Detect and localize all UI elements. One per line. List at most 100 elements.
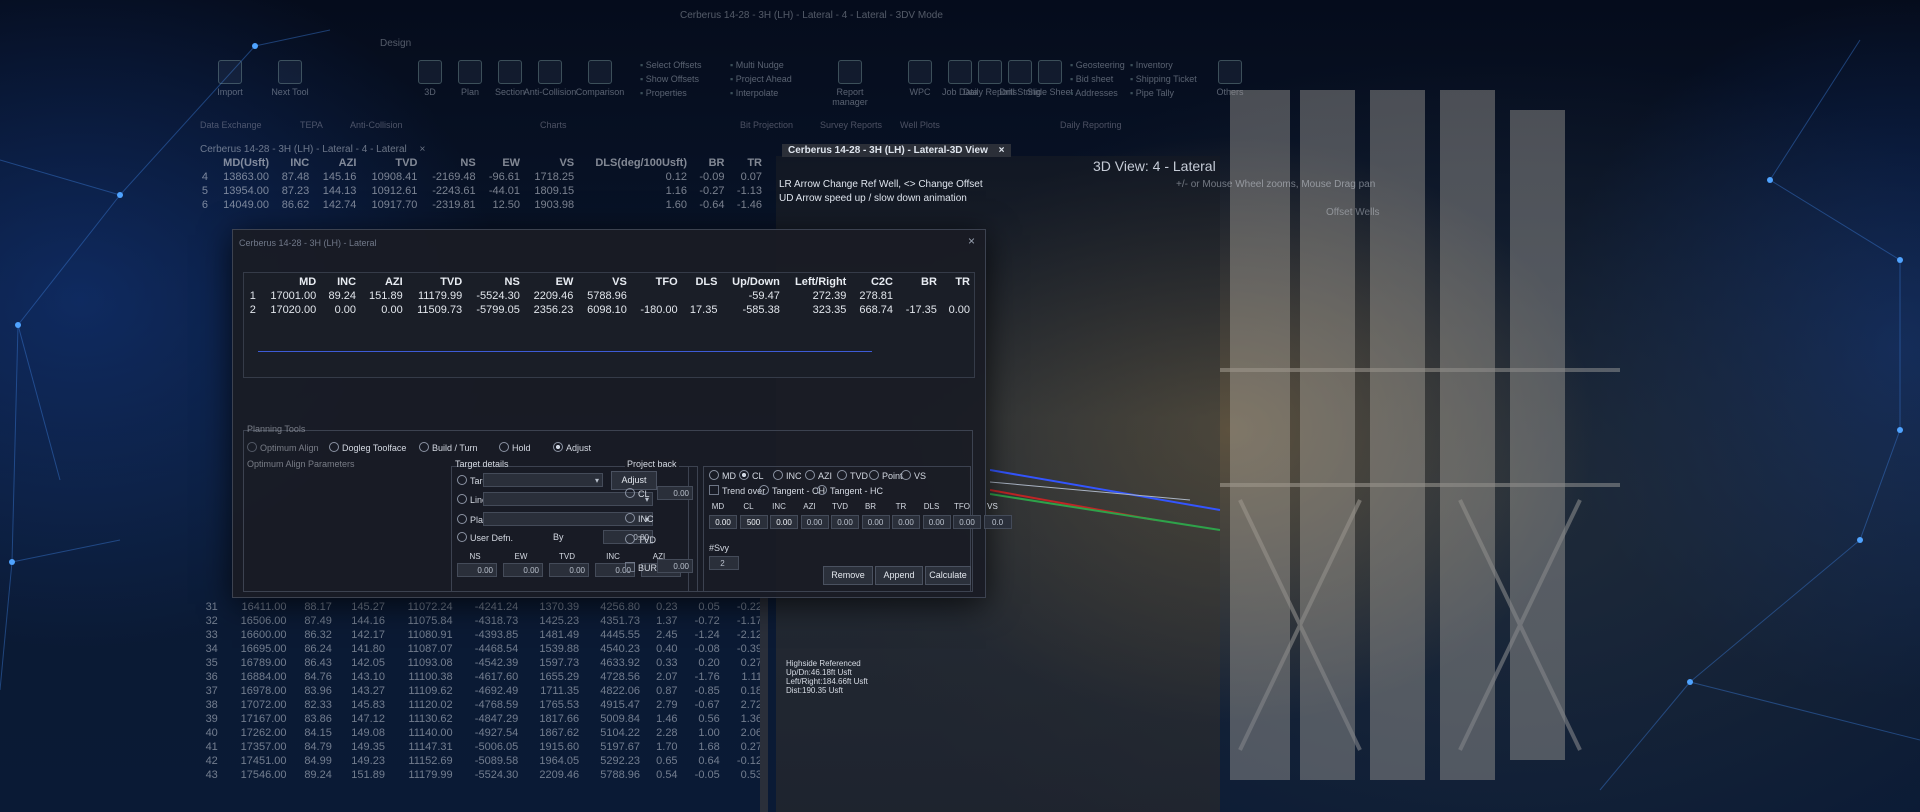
table-cell: 41 — [205, 741, 218, 753]
table-row[interactable]: 5 13954.00 87.23 144.13 10912.61 -2243.61 -44.… — [196, 184, 766, 198]
mode-radio[interactable]: Optimum Align — [247, 442, 319, 453]
calc-mode-radio[interactable]: VS — [901, 470, 926, 481]
table-row[interactable]: 36 16884.00 84.76 143.10 11100.38 -4617.60 165… — [196, 670, 766, 684]
table-row[interactable]: 6 14049.00 86.62 142.74 10917.70 -2319.81 12.5… — [196, 198, 766, 212]
table-cell: 5292.23 — [600, 755, 641, 767]
table-row[interactable]: 1 17001.00 89.24 151.89 11179.99 -5524.30 2209… — [244, 289, 974, 303]
close-icon[interactable]: × — [420, 144, 426, 155]
table-row[interactable]: 40 17262.00 84.15 149.08 11140.00 -4927.54 186… — [196, 726, 766, 740]
ribbon-button[interactable]: Report manager — [820, 60, 880, 107]
calc-value-input[interactable]: 0.00 — [770, 515, 798, 529]
table-cell: 10917.70 — [371, 199, 418, 211]
close-icon[interactable]: × — [968, 234, 975, 248]
tab-3d-view[interactable]: Cerberus 14-28 - 3H (LH) - Lateral-3D Vi… — [782, 144, 1011, 157]
table-row[interactable]: 32 16506.00 87.49 144.16 11075.84 -4318.73 142… — [196, 614, 766, 628]
remove-button[interactable]: Remove — [823, 566, 873, 585]
target-dropdown[interactable]: ▾ — [483, 473, 603, 487]
table-row[interactable]: 38 17072.00 82.33 145.83 11120.02 -4768.59 176… — [196, 698, 766, 712]
mode-radio[interactable]: Dogleg Toolface — [329, 442, 406, 453]
ribbon-small-item[interactable]: Inventory — [1130, 60, 1173, 70]
user-defined-radio[interactable]: User Defn. — [457, 532, 513, 543]
table-row[interactable]: 35 16789.00 86.43 142.05 11093.08 -4542.39 159… — [196, 656, 766, 670]
ribbon-button[interactable]: Comparison — [570, 60, 630, 97]
tvd-radio[interactable]: TVD — [625, 534, 656, 545]
table-cell: 5 — [201, 185, 208, 197]
calc-mode-radio[interactable]: INC — [773, 470, 802, 481]
ribbon-small-item[interactable]: Shipping Ticket — [1130, 74, 1197, 84]
bur-input[interactable]: 0.00 — [657, 559, 693, 573]
bur-checkbox[interactable]: BUR — [625, 562, 657, 573]
mode-radio[interactable]: Build / Turn — [419, 442, 478, 453]
table-row[interactable]: 37 16978.00 83.96 143.27 11109.62 -4692.49 171… — [196, 684, 766, 698]
menu-tab-design[interactable]: Design — [380, 38, 411, 49]
tangent-hc-radio[interactable]: Tangent - HC — [817, 485, 883, 496]
table-cell: 0.33 — [656, 657, 678, 669]
ribbon-small-item[interactable]: Interpolate — [730, 88, 779, 98]
column-header: TVD — [440, 276, 463, 288]
table-cell: 83.96 — [304, 685, 332, 697]
column-header: EW — [502, 157, 521, 169]
table-row[interactable]: 43 17546.00 89.24 151.89 11179.99 -5524.30 220… — [196, 768, 766, 782]
nsvy-input[interactable]: 2 — [709, 556, 739, 570]
ribbon-small-item[interactable]: Properties — [640, 88, 687, 98]
table-row[interactable]: 41 17357.00 84.79 149.35 11147.31 -5006.05 191… — [196, 740, 766, 754]
calc-value-input[interactable]: 0.00 — [709, 515, 737, 529]
calc-mode-radio[interactable]: TVD — [837, 470, 868, 481]
ribbon-small-item[interactable]: Project Ahead — [730, 74, 792, 84]
ribbon-small-item[interactable]: Select Offsets — [640, 60, 702, 70]
ribbon-button[interactable]: Import — [200, 60, 260, 97]
ribbon-small-item[interactable]: Bid sheet — [1070, 74, 1114, 84]
mode-radio[interactable]: Hold — [499, 442, 531, 453]
append-button[interactable]: Append — [875, 566, 923, 585]
survey-grid-bottom[interactable]: 31 16411.00 88.17 145.27 11072.24 -4241.24 137… — [196, 600, 766, 810]
cl-input[interactable]: 0.00 — [657, 486, 693, 500]
target-value-input[interactable]: 0.00 — [457, 563, 497, 577]
ribbon-small-item[interactable]: Pipe Tally — [1130, 88, 1174, 98]
calc-mode-radio[interactable]: CL — [739, 470, 764, 481]
table-row[interactable]: 42 17451.00 84.99 149.23 11152.69 -5089.58 196… — [196, 754, 766, 768]
projection-grid[interactable]: MD INC AZI TVD NS EW VS TFO DLS Up/Down Left/Right… — [243, 272, 975, 378]
calc-mode-radio[interactable]: MD — [709, 470, 736, 481]
ribbon-small-item[interactable]: Addresses — [1070, 88, 1118, 98]
ribbon-small-item[interactable]: Multi Nudge — [730, 60, 784, 70]
calc-value-input[interactable]: 0.00 — [861, 515, 890, 529]
table-cell: 2.07 — [656, 671, 678, 683]
calc-value-input[interactable]: 0.0 — [983, 515, 1012, 529]
tab-left-survey[interactable]: Cerberus 14-28 - 3H (LH) - Lateral - 4 -… — [200, 144, 425, 155]
tangent-ch-radio[interactable]: Tangent - CH — [759, 485, 825, 496]
table-row[interactable]: 31 16411.00 88.17 145.27 11072.24 -4241.24 137… — [196, 600, 766, 614]
target-value-input[interactable]: 0.00 — [549, 563, 589, 577]
mode-radio[interactable]: Adjust — [553, 442, 591, 453]
calc-value-input[interactable]: 0.00 — [831, 515, 859, 529]
calculate-button[interactable]: Calculate — [925, 566, 971, 585]
ribbon-small-item[interactable]: Show Offsets — [640, 74, 699, 84]
calc-value-input[interactable]: 500 — [739, 515, 768, 529]
trend-over-checkbox[interactable]: Trend over — [709, 485, 765, 496]
calc-value-input[interactable]: 0.00 — [922, 515, 951, 529]
table-row[interactable]: 2 17020.00 0.00 0.00 11509.73 -5799.05 2356.23… — [244, 303, 974, 317]
table-row[interactable]: 33 16600.00 86.32 142.17 11080.91 -4393.85 148… — [196, 628, 766, 642]
table-cell: -5006.05 — [474, 741, 519, 753]
table-cell: -17.35 — [905, 304, 937, 316]
calc-mode-radio[interactable]: AZI — [805, 470, 832, 481]
table-cell: 142.17 — [351, 629, 385, 641]
table-row[interactable]: 39 17167.00 83.86 147.12 11130.62 -4847.29 181… — [196, 712, 766, 726]
close-icon[interactable]: × — [999, 145, 1005, 156]
calc-value-input[interactable]: 0.00 — [892, 515, 920, 529]
table-cell: 151.89 — [369, 290, 403, 302]
inc-radio[interactable]: INC — [625, 513, 654, 524]
calc-value-input[interactable]: 0.00 — [800, 515, 829, 529]
table-cell: -1.24 — [694, 629, 720, 641]
table-row[interactable]: 34 16695.00 86.24 141.80 11087.07 -4468.54 153… — [196, 642, 766, 656]
scrollbar[interactable] — [760, 598, 768, 812]
survey-grid-top[interactable]: MD(Usft) INC AZI TVD NS EW VS DLS(deg/100Usft) B… — [196, 156, 766, 226]
calc-value-input[interactable]: 0.00 — [953, 515, 981, 529]
cl-radio[interactable]: CL — [625, 488, 650, 499]
planning-dialog[interactable]: Cerberus 14-28 - 3H (LH) - Lateral × MD I… — [232, 229, 1012, 598]
table-row[interactable]: 4 13863.00 87.48 145.16 10908.41 -2169.48 -96.… — [196, 170, 766, 184]
target-value-input[interactable]: 0.00 — [503, 563, 543, 577]
ribbon-button[interactable]: Next Tool — [260, 60, 320, 97]
calc-mode-radio[interactable]: Point — [869, 470, 903, 481]
table-cell: 1817.66 — [539, 713, 580, 725]
ribbon-small-item[interactable]: Geosteering — [1070, 60, 1125, 70]
